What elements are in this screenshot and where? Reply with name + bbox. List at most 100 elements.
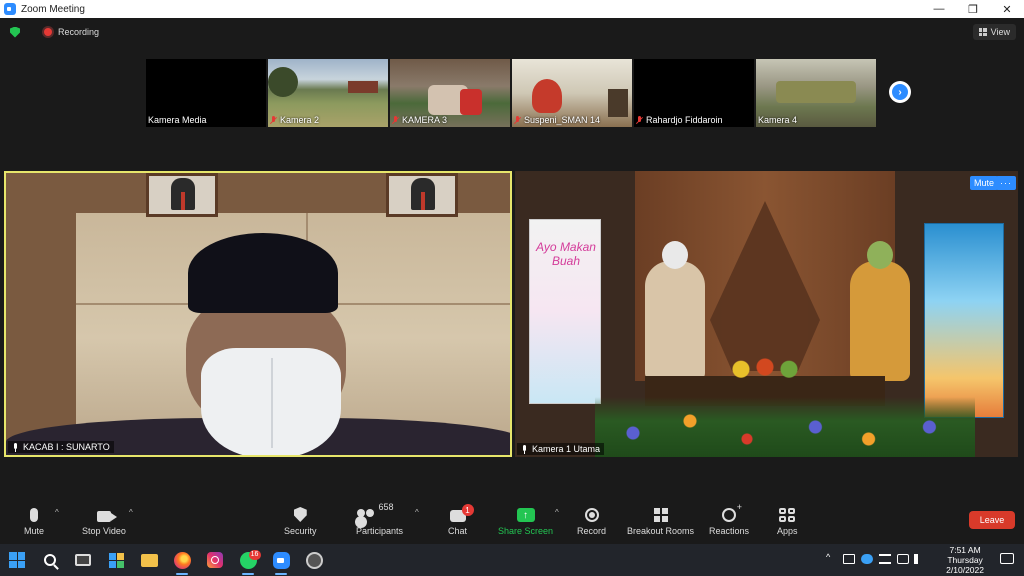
participant-mute-button[interactable]: Mute (969, 176, 998, 190)
volume-icon[interactable] (914, 554, 926, 564)
window-title-bar: Zoom Meeting — ❐ ✕ (0, 0, 1024, 18)
file-explorer-button[interactable] (138, 549, 160, 571)
windows-taskbar: 16 ^ 7:51 AM Thursday 2/10/2022 (0, 544, 1024, 576)
video-tile-kamera-1[interactable]: Ayo Makan Buah Mute ··· Kamera 1 Utama (515, 171, 1018, 457)
thumbnail-kamera-3[interactable]: KAMERA 3 (390, 59, 510, 127)
whatsapp-button[interactable]: 16 (237, 549, 261, 575)
leave-button[interactable]: Leave (969, 511, 1015, 529)
view-button[interactable]: View (972, 24, 1016, 40)
thumbnail-label: Kamera 2 (270, 115, 319, 125)
thumbnail-rahardjo[interactable]: Rahardjo Fiddaroin (634, 59, 754, 127)
widgets-button[interactable] (105, 549, 127, 571)
seated-person-right (850, 241, 910, 381)
breakout-rooms-button[interactable]: Breakout Rooms (627, 502, 694, 536)
thumbnail-label: Rahardjo Fiddaroin (636, 115, 723, 125)
battery-icon[interactable] (897, 554, 909, 564)
thumbnail-kamera-4[interactable]: Kamera 4 (756, 59, 876, 127)
portrait-frame (386, 173, 458, 217)
reactions-smiley-icon (722, 502, 742, 522)
chat-button[interactable]: 1 Chat (448, 502, 474, 536)
participant-name-tag: Kamera 1 Utama (517, 443, 605, 455)
mic-muted-icon (636, 116, 643, 124)
participant-thumbnail-strip: Kamera Media Kamera 2 KAMERA 3 Suspeni_S… (146, 59, 876, 127)
portrait-frame (146, 173, 218, 217)
participants-button[interactable]: 658 Participants (356, 502, 403, 536)
encryption-shield-icon[interactable] (10, 26, 20, 38)
apps-button[interactable]: Apps (777, 502, 798, 536)
meeting-toolbar: Mute ^ Stop Video ^ Security 658 Partici… (0, 496, 1024, 544)
recording-indicator-icon (44, 28, 52, 36)
minimize-button[interactable]: — (922, 3, 956, 15)
chevron-right-icon: › (892, 84, 908, 100)
thumbnail-kamera-2[interactable]: Kamera 2 (268, 59, 388, 127)
video-options-caret[interactable]: ^ (129, 508, 133, 517)
seated-person-left (645, 241, 705, 381)
windows-logo-icon (9, 552, 25, 568)
chrome-button[interactable] (303, 549, 325, 571)
instagram-button[interactable] (204, 549, 226, 571)
share-options-caret[interactable]: ^ (555, 508, 559, 517)
thumbnail-label: Kamera Media (148, 115, 207, 125)
banner-left: Ayo Makan Buah (529, 219, 601, 404)
folder-icon (140, 553, 158, 567)
wifi-icon[interactable] (879, 554, 891, 564)
security-shield-icon (293, 507, 307, 522)
fruit-basket (725, 356, 805, 378)
participant-name-tag: KACAB I : SUNARTO (8, 441, 114, 453)
security-button[interactable]: Security (284, 502, 317, 536)
meeting-info-bar: Recording View (0, 18, 1024, 46)
task-view-icon (75, 554, 91, 566)
chat-unread-badge: 1 (461, 504, 474, 516)
close-button[interactable]: ✕ (990, 3, 1024, 16)
thumbnail-suspeni[interactable]: Suspeni_SMAN 14 (512, 59, 632, 127)
search-icon (44, 554, 56, 566)
speaker-figure (6, 233, 510, 455)
browser-icon (305, 551, 323, 569)
start-button[interactable] (6, 549, 28, 571)
participants-count: 658 (378, 502, 394, 512)
microphone-icon (30, 508, 38, 522)
record-icon (584, 508, 599, 522)
maximize-button[interactable]: ❐ (956, 3, 990, 16)
taskbar-search-button[interactable] (39, 549, 61, 571)
thumbnail-kamera-media[interactable]: Kamera Media (146, 59, 266, 127)
zoom-app-icon (4, 3, 16, 15)
instagram-icon (207, 552, 223, 568)
widgets-icon (108, 552, 124, 568)
mic-icon (521, 444, 528, 454)
zoom-taskbar-button[interactable] (270, 549, 292, 575)
apps-icon (779, 508, 796, 522)
thumbnail-label: Suspeni_SMAN 14 (514, 115, 600, 125)
mic-muted-icon (270, 116, 277, 124)
mic-icon (12, 442, 19, 452)
video-tile-active-speaker[interactable]: KACAB I : SUNARTO (4, 171, 512, 457)
taskbar-clock[interactable]: 7:51 AM Thursday 2/10/2022 (946, 545, 984, 575)
audio-options-caret[interactable]: ^ (55, 508, 59, 517)
firefox-button[interactable] (171, 549, 193, 575)
cloud-icon[interactable] (861, 554, 873, 564)
thumbnail-label: KAMERA 3 (392, 115, 447, 125)
mic-muted-icon (392, 116, 399, 124)
grid-view-icon (978, 28, 987, 36)
stop-video-button[interactable]: Stop Video (82, 502, 126, 536)
participants-icon (356, 509, 375, 522)
network-icon[interactable] (843, 554, 855, 564)
share-screen-icon: ↑ (516, 508, 535, 522)
task-view-button[interactable] (72, 549, 94, 571)
participant-more-button[interactable]: ··· (996, 176, 1016, 190)
zoom-icon (272, 551, 290, 569)
mute-button[interactable]: Mute (24, 502, 44, 536)
video-camera-icon (96, 511, 117, 522)
chat-bubble-icon: 1 (449, 504, 474, 522)
next-page-button[interactable]: › (889, 81, 911, 103)
clock-date: 2/10/2022 (946, 565, 984, 575)
reactions-button[interactable]: Reactions (709, 502, 749, 536)
share-screen-button[interactable]: ↑ Share Screen (498, 502, 553, 536)
record-button[interactable]: Record (577, 502, 606, 536)
flower-arrangement (595, 397, 975, 457)
banner-right (924, 223, 1004, 418)
window-title: Zoom Meeting (21, 3, 85, 15)
participants-options-caret[interactable]: ^ (415, 508, 419, 517)
tray-overflow-button[interactable]: ^ (826, 552, 830, 562)
notification-icon[interactable] (1000, 553, 1014, 564)
